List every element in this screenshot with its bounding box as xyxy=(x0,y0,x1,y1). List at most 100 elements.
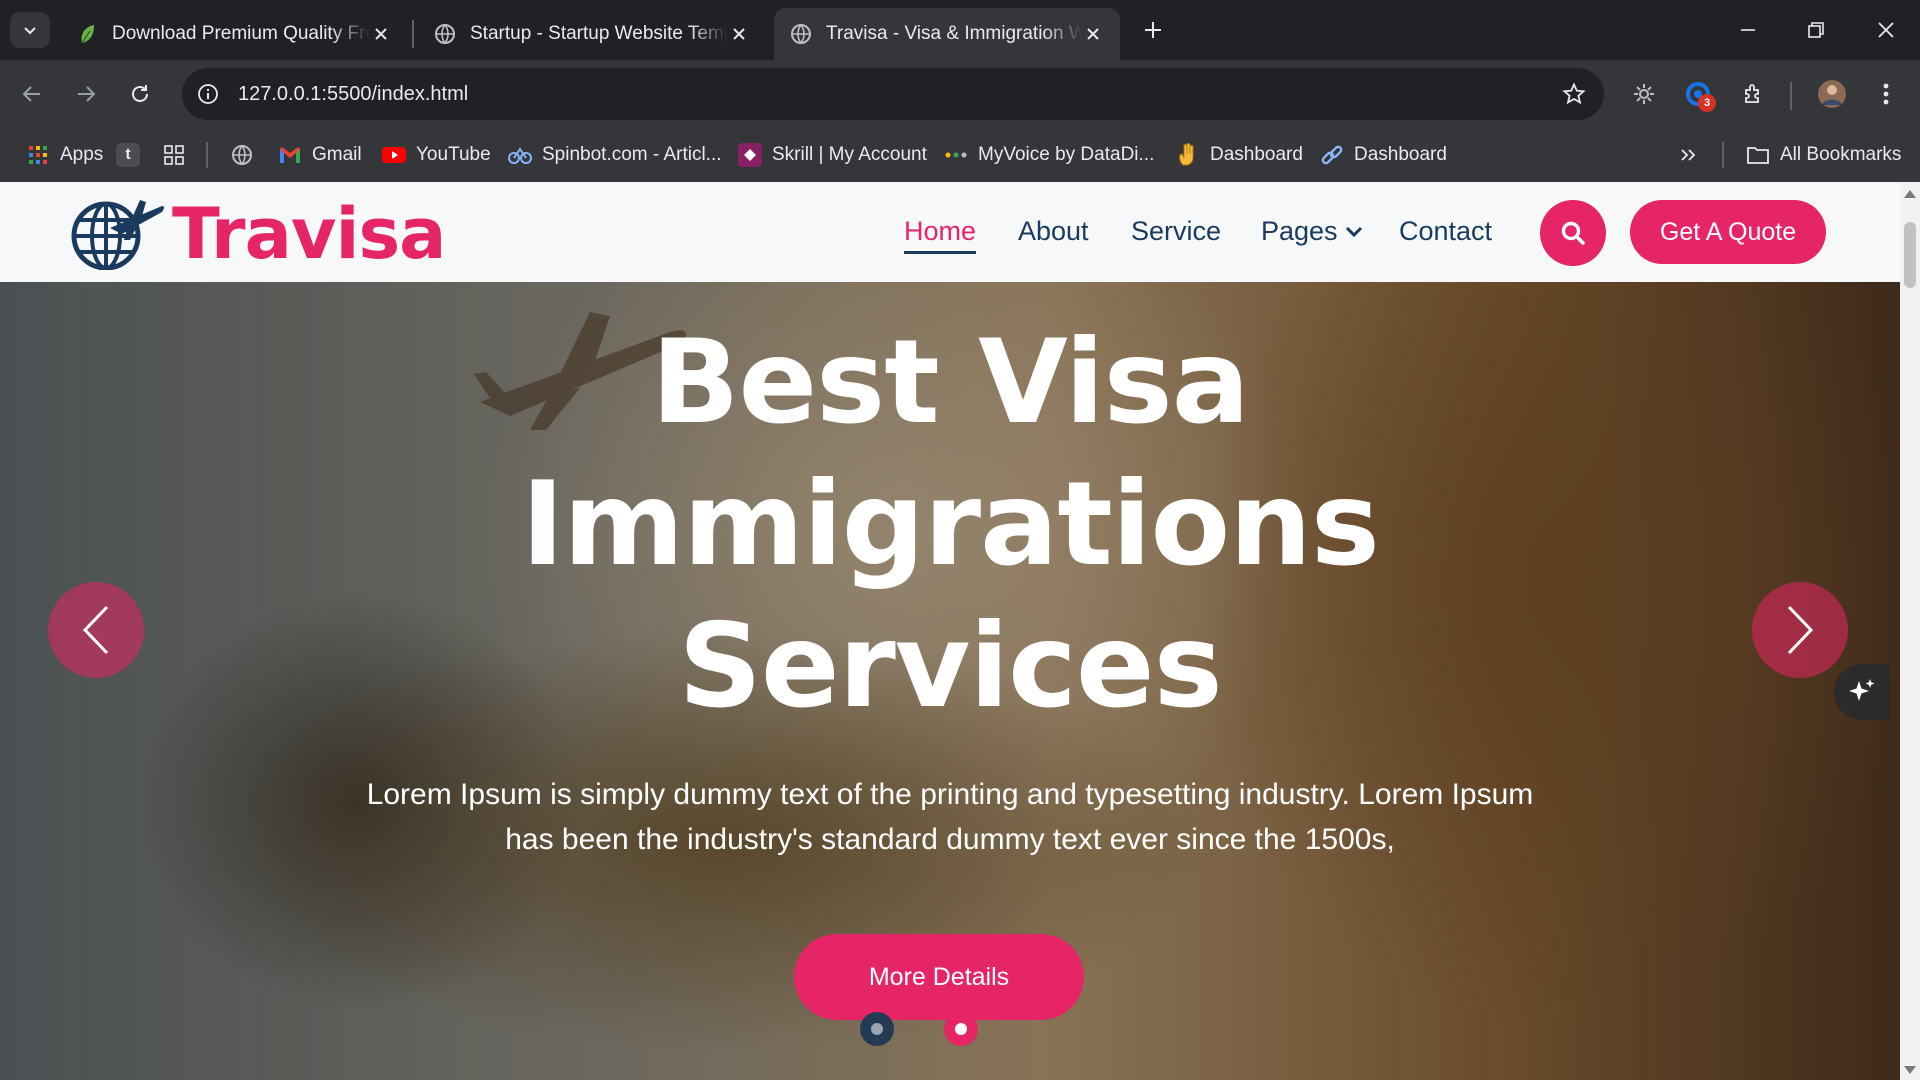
site-info-icon[interactable] xyxy=(188,74,228,114)
toolbar-divider xyxy=(1790,82,1792,110)
bookmark-dashboard-2[interactable]: Dashboard xyxy=(1320,138,1447,172)
carousel-dot-inner xyxy=(871,1023,883,1035)
hero-title-line-1: Best Visa xyxy=(651,315,1250,450)
hero-carousel: Best Visa Immigrations Services Lorem Ip… xyxy=(0,282,1900,1080)
globe-plane-logo-icon xyxy=(71,200,164,270)
all-bookmarks-label: All Bookmarks xyxy=(1780,144,1902,165)
bookmark-tumblr[interactable]: t xyxy=(116,138,150,172)
tumblr-icon: t xyxy=(116,143,140,167)
tab-strip: Download Premium Quality Fre Startup - S… xyxy=(0,0,1920,60)
leaf-favicon-icon xyxy=(81,25,94,44)
carousel-dot-1[interactable] xyxy=(860,1012,894,1046)
site-logo[interactable]: Travisa xyxy=(70,193,446,275)
bookmark-youtube[interactable]: YouTube xyxy=(382,138,491,172)
brand-name: Travisa xyxy=(172,193,446,275)
forward-button[interactable] xyxy=(66,74,106,114)
carousel-next-button[interactable] xyxy=(1752,582,1848,678)
browser-toolbar: 127.0.0.1:5500/index.html 3 xyxy=(0,60,1920,128)
restore-button[interactable] xyxy=(1786,10,1846,50)
spinbot-icon xyxy=(508,143,532,167)
extensions-puzzle-icon[interactable] xyxy=(1734,74,1774,114)
scroll-down-arrow-icon[interactable] xyxy=(1904,1066,1916,1074)
youtube-icon xyxy=(382,143,406,167)
close-icon[interactable] xyxy=(370,23,392,45)
close-icon[interactable] xyxy=(1082,23,1104,45)
url-text[interactable]: 127.0.0.1:5500/index.html xyxy=(238,83,1552,106)
skrill-icon xyxy=(738,143,762,167)
grid-icon xyxy=(162,143,186,167)
extension-gear-icon[interactable] xyxy=(1624,74,1664,114)
nav-about[interactable]: About xyxy=(1018,208,1089,254)
close-icon[interactable] xyxy=(728,23,750,45)
page-scrollbar[interactable] xyxy=(1900,182,1920,1080)
minimize-button[interactable] xyxy=(1718,10,1778,50)
all-bookmarks-button[interactable]: All Bookmarks xyxy=(1746,138,1901,172)
nav-contact[interactable]: Contact xyxy=(1399,208,1492,254)
minimize-icon xyxy=(1741,29,1755,31)
bookmarks-overflow-button[interactable] xyxy=(1676,138,1710,172)
tab-title: Travisa - Visa & Immigration We xyxy=(826,23,1082,44)
hero-title-line-2: Immigrations xyxy=(521,457,1380,592)
ai-sparkle-button[interactable] xyxy=(1834,664,1890,720)
bookmark-label: Gmail xyxy=(312,144,362,165)
scroll-up-arrow-icon[interactable] xyxy=(1904,190,1916,198)
bookmark-label: Apps xyxy=(60,144,104,165)
back-button[interactable] xyxy=(12,74,52,114)
bookmark-dashboard-1[interactable]: Dashboard xyxy=(1176,138,1303,172)
close-window-button[interactable] xyxy=(1856,10,1916,50)
bookmark-gmail[interactable]: Gmail xyxy=(278,138,362,172)
chevron-right-icon xyxy=(1787,605,1814,655)
chevron-down-icon xyxy=(24,27,36,35)
search-icon xyxy=(1561,221,1585,245)
sparkle-icon xyxy=(1849,679,1875,701)
bookmark-label: YouTube xyxy=(416,144,491,165)
extension-g-icon[interactable]: 3 xyxy=(1678,74,1718,114)
bookmark-label: Dashboard xyxy=(1354,144,1447,165)
new-tab-button[interactable] xyxy=(1138,12,1168,48)
menu-kebab-icon[interactable] xyxy=(1866,74,1906,114)
hero-description-line: has been the industry's standard dummy t… xyxy=(505,823,1395,856)
bookmark-label: Spinbot.com - Articl... xyxy=(542,144,722,165)
tab-search-button[interactable] xyxy=(10,12,50,48)
bookmark-myvoice[interactable]: MyVoice by DataDi... xyxy=(944,138,1154,172)
nav-pages[interactable]: Pages xyxy=(1261,208,1364,254)
bookmark-divider xyxy=(1722,142,1724,168)
bookmark-star-icon[interactable] xyxy=(1552,72,1596,116)
site-navbar: Travisa Home About Service Pages Contact… xyxy=(0,182,1900,282)
reload-button[interactable] xyxy=(120,74,160,114)
bookmark-divider xyxy=(206,142,208,168)
get-quote-button[interactable]: Get A Quote xyxy=(1630,200,1826,264)
nav-pages-label: Pages xyxy=(1261,215,1338,246)
carousel-prev-button[interactable] xyxy=(48,582,144,678)
bookmark-grid[interactable] xyxy=(162,138,196,172)
scrollbar-thumb[interactable] xyxy=(1904,222,1916,288)
arrow-right-icon xyxy=(78,86,96,102)
bookmark-skrill[interactable]: Skrill | My Account xyxy=(738,138,927,172)
apps-grid-icon xyxy=(26,143,50,167)
carousel-dot-inner xyxy=(955,1023,967,1035)
nav-home[interactable]: Home xyxy=(904,208,977,254)
nav-service[interactable]: Service xyxy=(1131,208,1221,254)
restore-icon xyxy=(1808,22,1824,38)
link-icon xyxy=(1320,143,1344,167)
more-details-button[interactable]: More Details xyxy=(794,934,1084,1020)
hand-icon xyxy=(1176,143,1200,167)
profile-avatar[interactable] xyxy=(1812,74,1852,114)
tab-startup[interactable]: Startup - Startup Website Temp xyxy=(418,8,766,60)
double-chevron-right-icon xyxy=(1676,143,1700,167)
bookmark-apps[interactable]: Apps xyxy=(26,138,103,172)
tab-travisa[interactable]: Travisa - Visa & Immigration We xyxy=(774,8,1120,60)
address-bar[interactable]: 127.0.0.1:5500/index.html xyxy=(182,68,1604,120)
tab-download-premium[interactable]: Download Premium Quality Fre xyxy=(60,8,408,60)
site-search-button[interactable] xyxy=(1540,200,1606,266)
bookmark-label: Skrill | My Account xyxy=(772,144,927,165)
plus-icon xyxy=(1145,22,1161,38)
tab-title: Download Premium Quality Fre xyxy=(112,23,370,44)
bookmark-label: MyVoice by DataDi... xyxy=(978,144,1155,165)
carousel-dot-2[interactable] xyxy=(944,1012,978,1046)
myvoice-icon xyxy=(944,143,968,167)
bookmark-globe[interactable] xyxy=(230,138,264,172)
bookmarks-bar: Apps t Gmail YouTube Spinbot.com - Artic… xyxy=(0,128,1920,182)
tab-divider xyxy=(412,20,414,48)
bookmark-spinbot[interactable]: Spinbot.com - Articl... xyxy=(508,138,722,172)
